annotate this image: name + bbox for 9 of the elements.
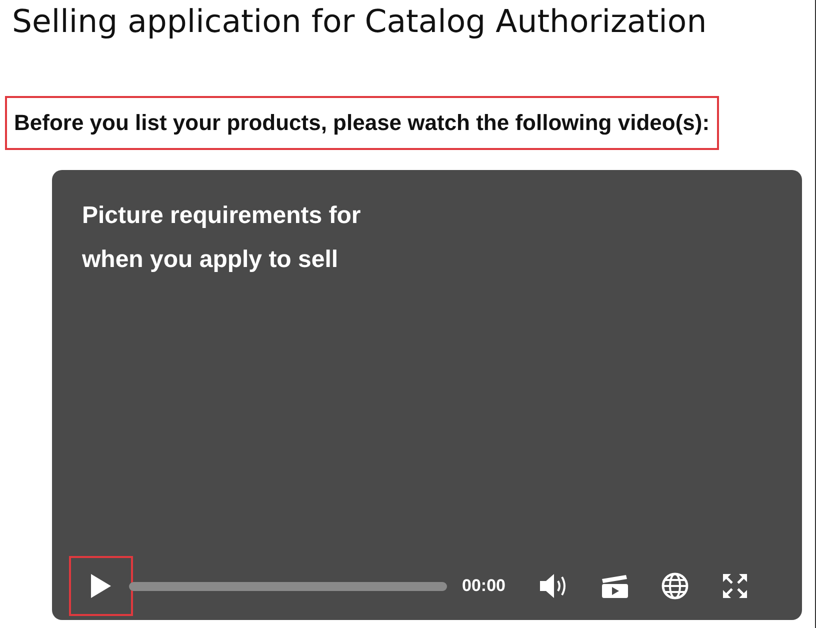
clapperboard-icon[interactable]	[601, 574, 630, 598]
globe-icon[interactable]	[661, 572, 690, 600]
page-title: Selling application for Catalog Authorization	[11, 3, 708, 42]
video-title: Picture requirements for when you apply to sell	[82, 201, 362, 275]
play-icon	[90, 573, 112, 599]
time-display: 00:00	[462, 576, 506, 596]
fullscreen-icon[interactable]	[722, 573, 748, 599]
instruction-text: Before you list your products, please watch the following video(s):	[14, 110, 710, 135]
play-button[interactable]	[69, 556, 133, 616]
